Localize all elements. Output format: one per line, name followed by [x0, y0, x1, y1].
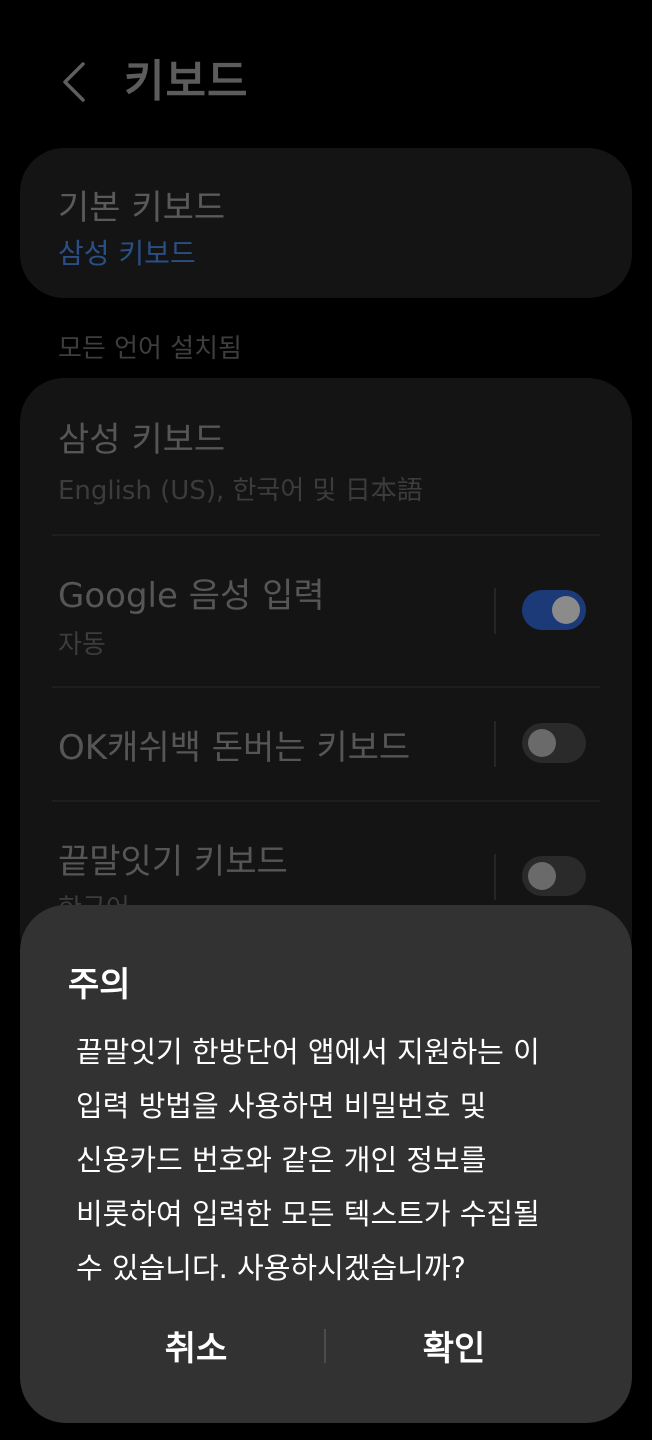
toggle-knob: [528, 862, 556, 890]
toggle-knob: [552, 596, 580, 624]
dialog-message-line: 신용카드 번호와 같은 개인 정보를: [76, 1143, 487, 1177]
keyboard-list-card: 삼성 키보드 English (US), 한국어 및 日本語 Google 음성…: [20, 378, 632, 978]
list-item-samsung-keyboard[interactable]: 삼성 키보드 English (US), 한국어 및 日本語: [20, 378, 632, 534]
toggle-knob: [528, 729, 556, 757]
confirm-button[interactable]: 확인: [334, 1315, 574, 1375]
dialog-title: 주의: [68, 965, 131, 1005]
button-divider: [324, 1329, 326, 1363]
dialog-message-line: 수 있습니다. 사용하시겠습니까?: [76, 1251, 466, 1285]
wordchain-toggle[interactable]: [522, 856, 586, 896]
item-subtitle: English (US), 한국어 및 日本語: [58, 476, 423, 506]
item-title: Google 음성 입력: [58, 576, 325, 616]
dialog-message-line: 끝말잇기 한방단어 앱에서 지원하는 이: [76, 1035, 540, 1069]
default-keyboard-card[interactable]: 기본 키보드 삼성 키보드: [20, 148, 632, 298]
item-subtitle: 자동: [58, 630, 106, 660]
dialog-message-line: 비롯하여 입력한 모든 텍스트가 수집될: [76, 1197, 540, 1231]
item-title: OK캐쉬백 돈버는 키보드: [58, 728, 411, 768]
section-header: 모든 언어 설치됨: [58, 334, 242, 364]
cancel-button[interactable]: 취소: [76, 1315, 316, 1375]
vertical-divider: [494, 588, 496, 634]
item-title: 끝말잇기 키보드: [58, 842, 288, 882]
dialog-message: 끝말잇기 한방단어 앱에서 지원하는 이 입력 방법을 사용하면 비밀번호 및 …: [76, 1025, 596, 1295]
vertical-divider: [494, 854, 496, 900]
list-item-google-voice[interactable]: Google 음성 입력 자동: [20, 536, 632, 686]
default-keyboard-label: 기본 키보드: [58, 188, 226, 228]
vertical-divider: [494, 721, 496, 767]
page-title: 키보드: [124, 56, 249, 107]
keyboard-settings-screen: 키보드 기본 키보드 삼성 키보드 모든 언어 설치됨 삼성 키보드 Engli…: [0, 0, 652, 1440]
chevron-left-icon: [63, 62, 85, 102]
default-keyboard-value: 삼성 키보드: [58, 237, 196, 270]
back-button[interactable]: [50, 54, 98, 110]
app-bar: 키보드: [0, 40, 652, 130]
okcashbag-toggle[interactable]: [522, 723, 586, 763]
warning-dialog: 주의 끝말잇기 한방단어 앱에서 지원하는 이 입력 방법을 사용하면 비밀번호…: [20, 905, 632, 1423]
dialog-message-line: 입력 방법을 사용하면 비밀번호 및: [76, 1089, 487, 1123]
google-voice-toggle[interactable]: [522, 590, 586, 630]
item-title: 삼성 키보드: [58, 420, 226, 460]
list-item-okcashbag-keyboard[interactable]: OK캐쉬백 돈버는 키보드: [20, 688, 632, 800]
